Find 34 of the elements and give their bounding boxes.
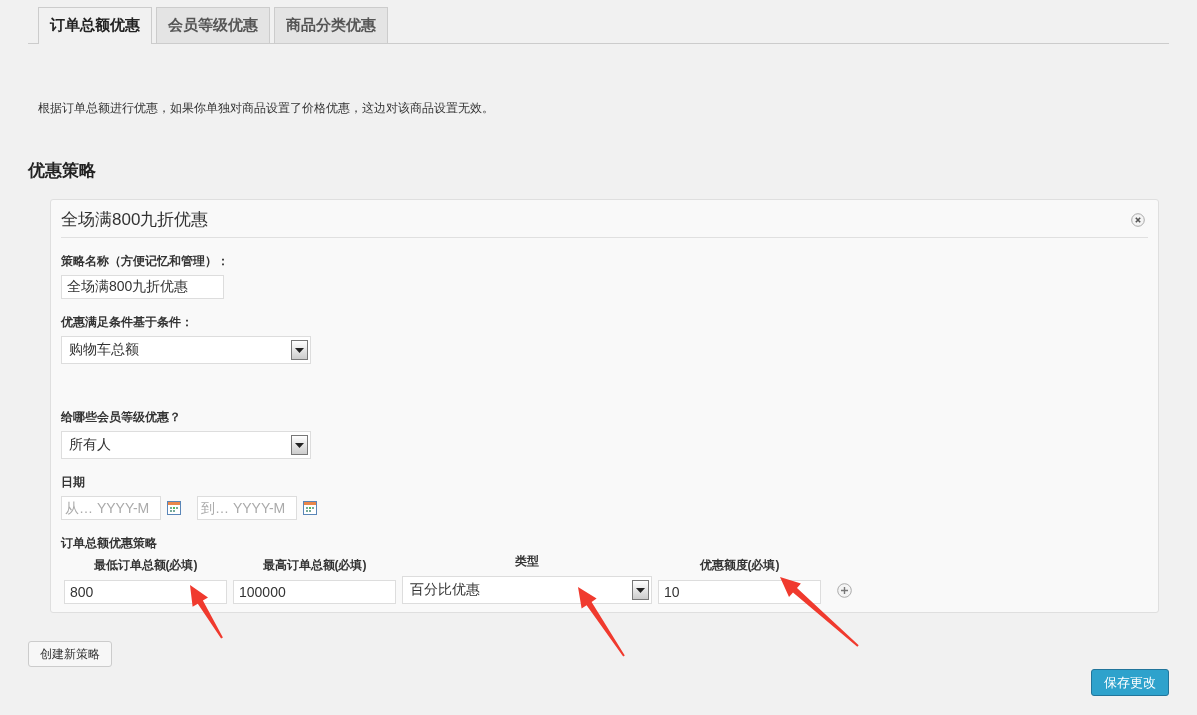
description-text: 根据订单总额进行优惠，如果你单独对商品设置了价格优惠，这边对该商品设置无效。: [37, 100, 495, 117]
amount-field[interactable]: 10: [658, 580, 821, 604]
field-label: 日期: [61, 474, 86, 491]
column-header: 最高订单总额(必填): [261, 557, 368, 574]
field-label: 优惠满足条件基于条件：: [61, 314, 194, 331]
calendar-icon[interactable]: [303, 501, 317, 515]
condition-dropdown[interactable]: 购物车总额: [61, 336, 311, 364]
column-header: 最低订单总额(必填): [92, 557, 199, 574]
column-header: 优惠额度(必填): [698, 557, 781, 574]
strategy-title: 全场满800九折优惠: [61, 209, 209, 231]
column-header: 类型: [514, 553, 540, 570]
annotation-arrow: [190, 585, 223, 639]
type-dropdown[interactable]: 百分比优惠: [402, 576, 652, 604]
annotation-arrow: [578, 587, 625, 657]
close-icon[interactable]: [1131, 212, 1145, 227]
tab[interactable]: 会员等级优惠: [156, 7, 270, 43]
member-level-dropdown[interactable]: 所有人: [61, 431, 311, 459]
amount-field[interactable]: 800: [64, 580, 227, 604]
section-title: 优惠策略: [28, 160, 97, 182]
date-to-field[interactable]: 到… YYYY-M: [197, 496, 297, 520]
add-icon[interactable]: [837, 583, 852, 598]
field-label: 给哪些会员等级优惠？: [61, 409, 182, 426]
caret-icon[interactable]: [291, 340, 308, 360]
new-strategy-button[interactable]: 创建新策略: [28, 641, 112, 667]
amount-field[interactable]: 100000: [233, 580, 396, 604]
field-label: 订单总额优惠策略: [61, 535, 158, 552]
tab[interactable]: 商品分类优惠: [274, 7, 388, 43]
calendar-icon[interactable]: [167, 501, 181, 515]
date-from-field[interactable]: 从… YYYY-M: [61, 496, 161, 520]
strategy-name-field[interactable]: 全场满800九折优惠: [61, 275, 224, 299]
tab[interactable]: 订单总额优惠: [38, 7, 152, 44]
caret-icon[interactable]: [632, 580, 649, 600]
caret-icon[interactable]: [291, 435, 308, 455]
field-label: 策略名称（方便记忆和管理）：: [61, 253, 230, 270]
